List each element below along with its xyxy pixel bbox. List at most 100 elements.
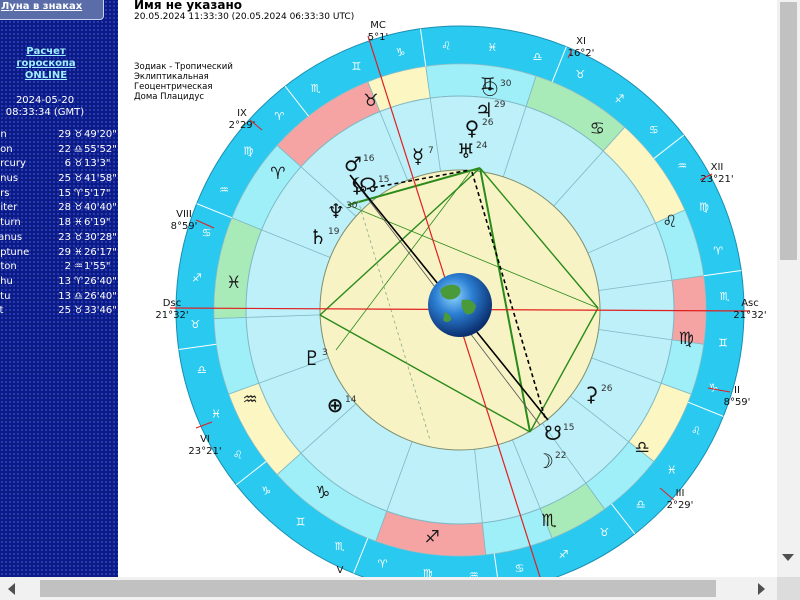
zodiac-sign-icon: ♉ bbox=[74, 231, 83, 243]
decan-marker: ♈ bbox=[713, 244, 723, 257]
house-cusp-value: 16°2' bbox=[568, 48, 595, 59]
decan-marker: ♒ bbox=[219, 184, 229, 197]
scroll-down-arrow-icon[interactable] bbox=[782, 554, 794, 561]
mercury-icon-glyph: ☿ bbox=[412, 144, 424, 168]
planet-minutes: 41'58" bbox=[84, 173, 117, 185]
vertical-scrollbar-thumb[interactable] bbox=[780, 2, 797, 260]
planet-degree: 29 bbox=[58, 129, 71, 140]
earth-center bbox=[428, 273, 492, 337]
zodiac-sign-icon: ♈ bbox=[270, 164, 285, 184]
planet-degree-label: 30 bbox=[346, 201, 358, 211]
house-number-label: II bbox=[734, 385, 740, 396]
planet-minutes: 26'17" bbox=[84, 246, 117, 258]
planet-row: ranus 23♉30'28" bbox=[0, 231, 118, 246]
planet-name: eptune bbox=[0, 246, 30, 258]
house-number-label: IX bbox=[237, 108, 247, 119]
planet-row: lit 25♉33'46" bbox=[0, 304, 118, 319]
house-number-label: XI bbox=[576, 36, 586, 47]
planet-positions-table: un29♉49'20"oon22♎55'52"ercury6♉13'3"enus… bbox=[0, 128, 118, 319]
planet-row: ercury 6♉13'3" bbox=[0, 157, 118, 172]
planet-name: enus bbox=[0, 173, 19, 185]
planet-row: eptune 29♓26'17" bbox=[0, 246, 118, 261]
zodiac-sign-icon: ♓ bbox=[74, 246, 83, 258]
house-cusp-value: 8°59' bbox=[724, 397, 751, 408]
decan-marker: ♏ bbox=[335, 540, 345, 553]
decan-marker: ♋ bbox=[649, 123, 659, 136]
planet-minutes: 26'40" bbox=[84, 275, 117, 287]
zodiac-sign-icon: ♋ bbox=[590, 119, 605, 139]
planet-row: enus 25♉41'58" bbox=[0, 172, 118, 187]
sidebar-date: 2024-05-20 bbox=[15, 95, 75, 106]
horizontal-scrollbar-thumb[interactable] bbox=[40, 580, 716, 597]
decan-marker: ♍ bbox=[423, 567, 433, 577]
planet-degree: 6 bbox=[64, 158, 71, 170]
dsc-value: 21°32' bbox=[155, 310, 188, 321]
planet-degree-label: 26 bbox=[601, 384, 613, 394]
planet-name: ercury bbox=[0, 158, 26, 170]
planet-row: piter 28♉40'40" bbox=[0, 201, 118, 216]
planet-name: aturn bbox=[0, 217, 21, 229]
zodiac-sign-icon: ♉ bbox=[363, 91, 378, 111]
dsc-label: Dsc bbox=[163, 298, 181, 309]
decan-marker: ♓ bbox=[211, 408, 221, 421]
decan-marker: ♌ bbox=[441, 39, 451, 52]
zodiac-sign-icon: ♎ bbox=[74, 143, 83, 155]
decan-marker: ♍ bbox=[243, 145, 253, 158]
online-link-line1[interactable]: Расчет гороскопа bbox=[0, 46, 92, 70]
zodiac-sign-icon: ♑ bbox=[315, 483, 330, 503]
planet-name: lit bbox=[0, 305, 4, 317]
planet-degree-label: 19 bbox=[328, 227, 340, 237]
planet-minutes: 55'52" bbox=[84, 143, 117, 155]
planet-minutes: 40'40" bbox=[84, 202, 117, 214]
zodiac-sign-icon: ♒ bbox=[74, 261, 83, 273]
planet-minutes: 49'20" bbox=[84, 129, 117, 140]
zodiac-sign-icon: ♉ bbox=[74, 173, 83, 185]
planet-minutes: 13'3" bbox=[84, 158, 111, 170]
decan-marker: ♐ bbox=[192, 272, 202, 285]
moon-in-signs-link[interactable]: Луна в знаках bbox=[0, 0, 104, 20]
zodiac-sign-icon: ♉ bbox=[74, 202, 83, 214]
house-number-label: VIII bbox=[176, 209, 192, 220]
planet-row: etu 13♎26'40" bbox=[0, 290, 118, 305]
horizontal-scrollbar[interactable] bbox=[0, 577, 800, 600]
planet-degree: 13 bbox=[58, 275, 71, 287]
planet-degree-label: 16 bbox=[363, 154, 375, 164]
planet-name: ars bbox=[0, 187, 10, 199]
decan-marker: ♋ bbox=[515, 562, 525, 575]
planet-degree-label: 24 bbox=[476, 141, 488, 151]
planet-minutes: 1'55" bbox=[84, 261, 111, 273]
planet-degree: 18 bbox=[58, 217, 71, 229]
scroll-left-arrow-icon[interactable] bbox=[8, 583, 15, 595]
house-number-label: V bbox=[337, 565, 344, 576]
planet-row: ahu 13♈26'40" bbox=[0, 275, 118, 290]
planet-row: ars 15♈5'17" bbox=[0, 187, 118, 202]
sidebar-time: 08:33:34 (GMT) bbox=[5, 107, 85, 118]
decan-marker: ♉ bbox=[575, 68, 585, 81]
scroll-right-arrow-icon[interactable] bbox=[758, 583, 765, 595]
lilith-icon: ⚸ bbox=[350, 173, 365, 197]
mc-label: MC bbox=[370, 20, 386, 31]
venus-icon-glyph: ♀ bbox=[465, 116, 480, 140]
planet-minutes: 26'40" bbox=[84, 290, 117, 302]
zodiac-sign-icon: ♏ bbox=[541, 511, 556, 531]
natal-chart-wheel: ♌ ♋ ♊ ♉ ♈ ♓ ♒ ♑ ♐ ♏ ♎ ♍ ♈ ♍ ♒ ♋ ♐ ♉ ♎ ♓ ♌ ♑ ♊ ♏ ♈ ♍ ♒ ♋ ♐ ♉ ♎ ♓ ♌ ♑ ♊ ♏ ♈ ♍ ♒ ♋… bbox=[155, 20, 767, 577]
decan-marker: ♉ bbox=[190, 318, 200, 331]
vertical-scrollbar[interactable] bbox=[777, 0, 800, 577]
neptune-icon-glyph: ♆ bbox=[327, 199, 345, 223]
decan-marker: ♌ bbox=[691, 424, 701, 437]
planet-minutes: 30'28" bbox=[84, 231, 117, 243]
planet-degree-label: 15 bbox=[563, 423, 574, 433]
lilith-icon-glyph: ⚸ bbox=[350, 173, 365, 197]
house-number-label: XII bbox=[711, 162, 724, 173]
online-link-line2[interactable]: ONLINE bbox=[0, 70, 92, 82]
zodiac-sign-icon: ♉ bbox=[74, 305, 83, 317]
decan-marker: ♐ bbox=[615, 92, 625, 105]
decan-marker: ♎ bbox=[533, 51, 543, 64]
planet-degree: 15 bbox=[58, 187, 71, 199]
decan-marker: ♎ bbox=[636, 498, 646, 511]
online-horoscope-link[interactable]: Расчет гороскопа ONLINE bbox=[0, 46, 92, 82]
house-cusp-value: 2°29' bbox=[667, 500, 694, 511]
decan-marker: ♋ bbox=[202, 227, 212, 240]
planet-degree: 22 bbox=[58, 143, 71, 155]
pluto-icon-glyph: ♇ bbox=[303, 346, 321, 370]
